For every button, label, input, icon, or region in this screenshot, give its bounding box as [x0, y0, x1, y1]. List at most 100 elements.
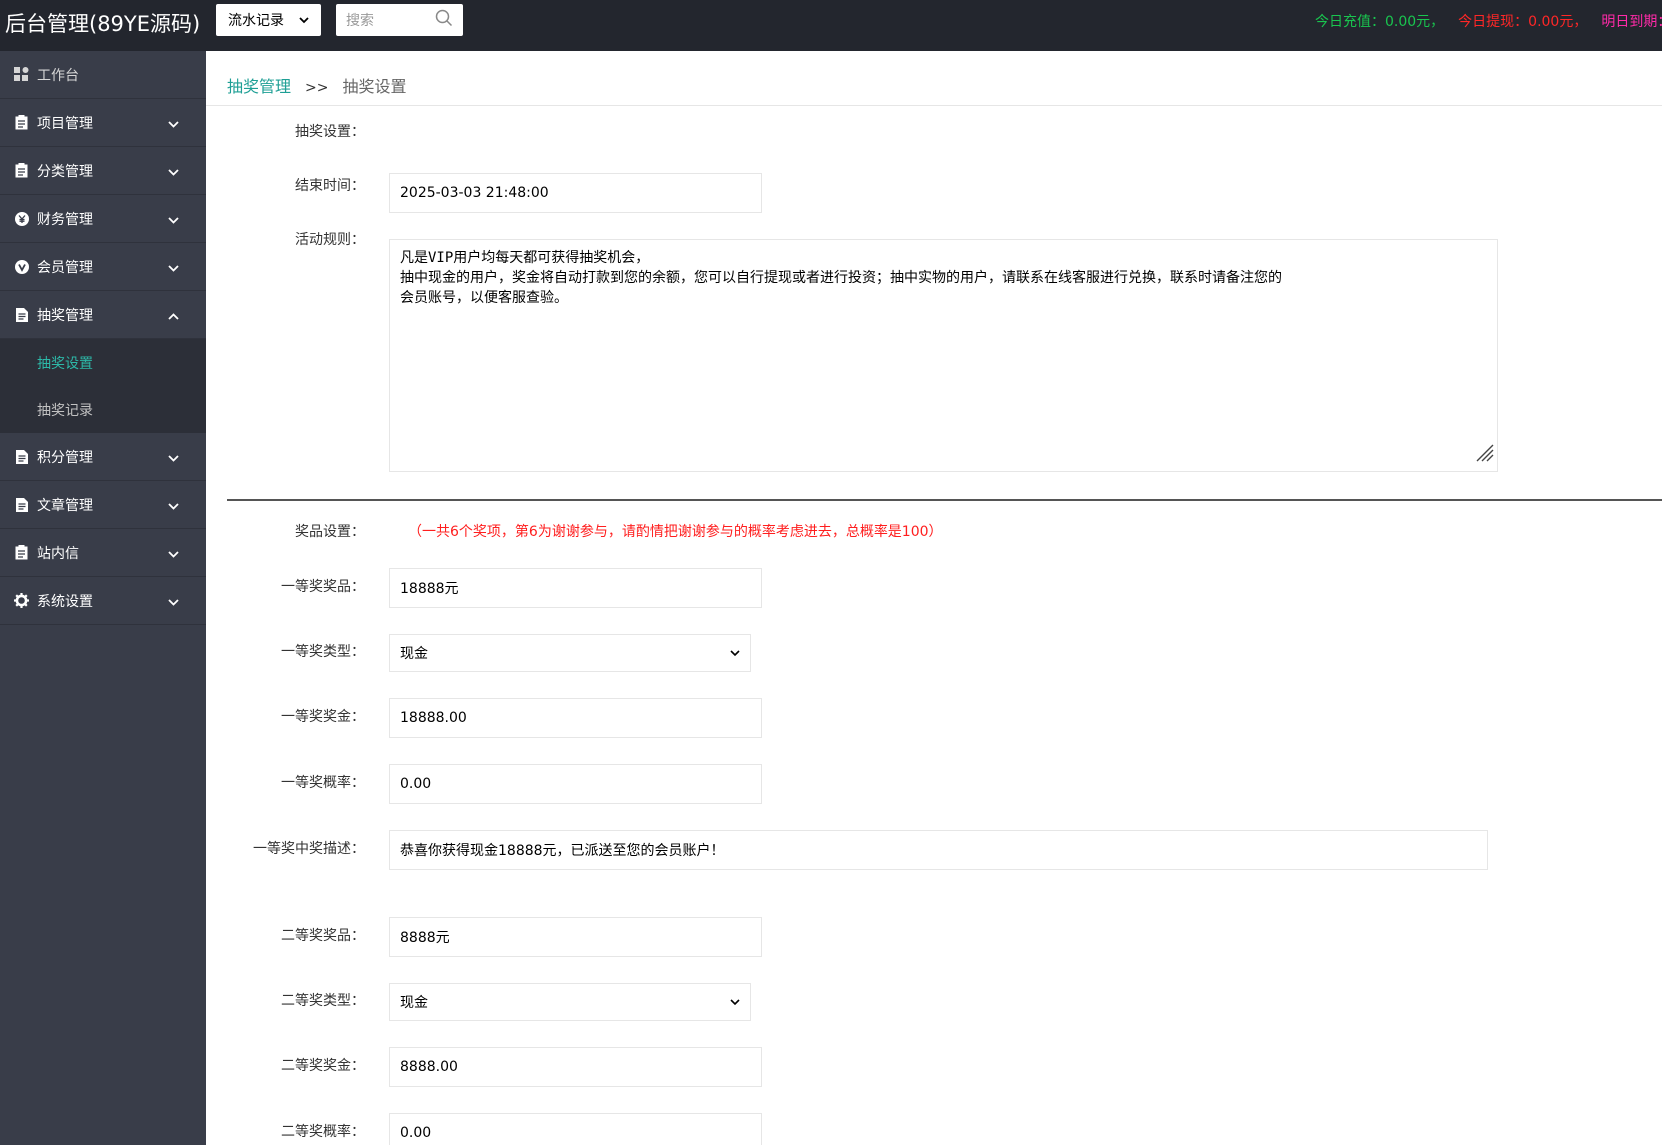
end-time-label: 结束时间：	[295, 178, 365, 194]
tomorrow-due-stat: 明日到期：	[1601, 14, 1662, 30]
second-amount-label: 二等奖奖金：	[281, 1058, 365, 1074]
clipboard-icon	[14, 163, 29, 178]
sidebar-subitem-lottery-records[interactable]: 抽奖记录	[0, 386, 206, 433]
second-prize-label: 二等奖奖品：	[281, 928, 365, 944]
chevron-down-icon	[730, 645, 740, 661]
second-prize-value: 8888元	[400, 930, 450, 946]
yen-icon	[14, 211, 29, 226]
sidebar-item-members[interactable]: 会员管理	[0, 243, 206, 291]
sidebar-item-lottery[interactable]: 抽奖管理	[0, 291, 206, 339]
dashboard-icon	[14, 67, 29, 82]
second-amount-value: 8888.00	[400, 1059, 458, 1075]
resize-handle-icon[interactable]	[1473, 441, 1495, 469]
document-icon	[14, 449, 29, 464]
sidebar-item-label: 站内信	[37, 545, 79, 562]
breadcrumb: 抽奖管理 >> 抽奖设置	[227, 73, 407, 97]
sidebar-item-points[interactable]: 积分管理	[0, 433, 206, 481]
first-amount-label: 一等奖奖金：	[281, 709, 365, 725]
breadcrumb-current: 抽奖设置	[342, 77, 407, 96]
first-type-select[interactable]: 现金	[389, 634, 751, 672]
rules-label: 活动规则：	[295, 232, 365, 248]
sidebar-item-categories[interactable]: 分类管理	[0, 147, 206, 195]
rules-line: 会员账号，以便客服查验。	[400, 290, 568, 306]
sidebar-item-label: 财务管理	[37, 211, 93, 228]
chevron-down-icon	[299, 14, 309, 27]
chevron-down-icon	[730, 994, 740, 1010]
first-desc-label: 一等奖中奖描述：	[253, 841, 365, 857]
sidebar-item-label: 文章管理	[37, 497, 93, 514]
search-input[interactable]: 搜索	[336, 4, 463, 36]
today-withdraw-stat: 今日提现：0.00元，	[1458, 14, 1588, 30]
breadcrumb-parent-link[interactable]: 抽奖管理	[227, 77, 291, 96]
second-type-value: 现金	[400, 995, 428, 1011]
prize-section-label: 奖品设置：	[295, 524, 365, 540]
first-desc-input[interactable]: 恭喜你获得现金18888元，已派送至您的会员账户！	[389, 830, 1488, 870]
rules-textarea[interactable]: 凡是VIP用户均每天都可获得抽奖机会， 抽中现金的用户，奖金将自动打款到您的余额…	[389, 239, 1498, 472]
second-rate-value: 0.00	[400, 1125, 432, 1141]
sidebar-item-projects[interactable]: 项目管理	[0, 99, 206, 147]
sidebar-item-label: 积分管理	[37, 449, 93, 466]
sidebar-item-label: 系统设置	[37, 593, 93, 610]
second-prize-input[interactable]: 8888元	[389, 917, 762, 957]
breadcrumb-separator: >>	[305, 80, 329, 96]
app-title: 后台管理(89YE源码)	[5, 12, 201, 36]
second-rate-input[interactable]: 0.00	[389, 1113, 762, 1145]
second-type-select[interactable]: 现金	[389, 983, 751, 1021]
first-desc-value: 恭喜你获得现金18888元，已派送至您的会员账户！	[400, 843, 725, 859]
sidebar: 工作台 项目管理 分类管理 财务管理 会员管理 抽奖管理 抽奖设置 抽奖记录 积…	[0, 51, 206, 1145]
main-content: 抽奖管理 >> 抽奖设置 抽奖设置： 结束时间： 2025-03-03 21:48:…	[206, 51, 1662, 1145]
sidebar-item-label: 会员管理	[37, 259, 93, 276]
section-divider	[227, 499, 1662, 501]
chevron-up-icon	[168, 308, 179, 324]
document-icon	[14, 497, 29, 512]
sidebar-item-system[interactable]: 系统设置	[0, 577, 206, 625]
first-prize-input[interactable]: 18888元	[389, 568, 762, 608]
first-prize-label: 一等奖奖品：	[281, 579, 365, 595]
chevron-down-icon	[168, 116, 179, 132]
rules-line: 凡是VIP用户均每天都可获得抽奖机会，	[400, 250, 650, 266]
sidebar-item-messages[interactable]: 站内信	[0, 529, 206, 577]
first-rate-label: 一等奖概率：	[281, 775, 365, 791]
sidebar-item-finance[interactable]: 财务管理	[0, 195, 206, 243]
top-stats: 今日充值：0.00元， 今日提现：0.00元， 明日到期：	[1315, 11, 1662, 31]
first-rate-input[interactable]: 0.00	[389, 764, 762, 804]
first-type-value: 现金	[400, 646, 428, 662]
search-placeholder: 搜索	[346, 13, 374, 29]
sidebar-item-label: 项目管理	[37, 115, 93, 132]
clipboard-icon	[14, 115, 29, 130]
gear-icon	[14, 593, 29, 608]
record-type-value: 流水记录	[228, 13, 284, 29]
first-amount-input[interactable]: 18888.00	[389, 698, 762, 738]
sidebar-item-label: 分类管理	[37, 163, 93, 180]
sidebar-item-label: 抽奖管理	[37, 307, 93, 324]
second-amount-input[interactable]: 8888.00	[389, 1047, 762, 1087]
first-rate-value: 0.00	[400, 776, 432, 792]
sidebar-item-articles[interactable]: 文章管理	[0, 481, 206, 529]
chevron-down-icon	[168, 260, 179, 276]
sidebar-item-label: 工作台	[37, 67, 79, 84]
sidebar-item-dashboard[interactable]: 工作台	[0, 51, 206, 99]
second-type-label: 二等奖类型：	[281, 993, 365, 1009]
end-time-value: 2025-03-03 21:48:00	[400, 185, 549, 201]
end-time-input[interactable]: 2025-03-03 21:48:00	[389, 173, 762, 213]
chevron-down-icon	[168, 498, 179, 514]
prize-note: （一共6个奖项，第6为谢谢参与，请酌情把谢谢参与的概率考虑进去，总概率是100）	[408, 524, 943, 540]
chevron-down-icon	[168, 450, 179, 466]
first-amount-value: 18888.00	[400, 710, 467, 726]
first-prize-value: 18888元	[400, 581, 459, 597]
vip-icon	[14, 259, 29, 274]
first-type-label: 一等奖类型：	[281, 644, 365, 660]
top-bar: 后台管理(89YE源码) 流水记录 搜索 今日充值：0.00元， 今日提现：0.0…	[0, 0, 1662, 51]
clipboard-icon	[14, 545, 29, 560]
rules-line: 抽中现金的用户，奖金将自动打款到您的余额，您可以自行提现或者进行投资；抽中实物的…	[400, 270, 1282, 286]
record-type-select[interactable]: 流水记录	[216, 4, 321, 36]
today-recharge-stat: 今日充值：0.00元，	[1315, 14, 1445, 30]
chevron-down-icon	[168, 546, 179, 562]
second-rate-label: 二等奖概率：	[281, 1124, 365, 1140]
sidebar-subitem-lottery-settings[interactable]: 抽奖设置	[0, 339, 206, 386]
section-label: 抽奖设置：	[295, 124, 365, 140]
chevron-down-icon	[168, 594, 179, 610]
chevron-down-icon	[168, 212, 179, 228]
document-icon	[14, 307, 29, 322]
search-icon[interactable]	[435, 9, 453, 31]
